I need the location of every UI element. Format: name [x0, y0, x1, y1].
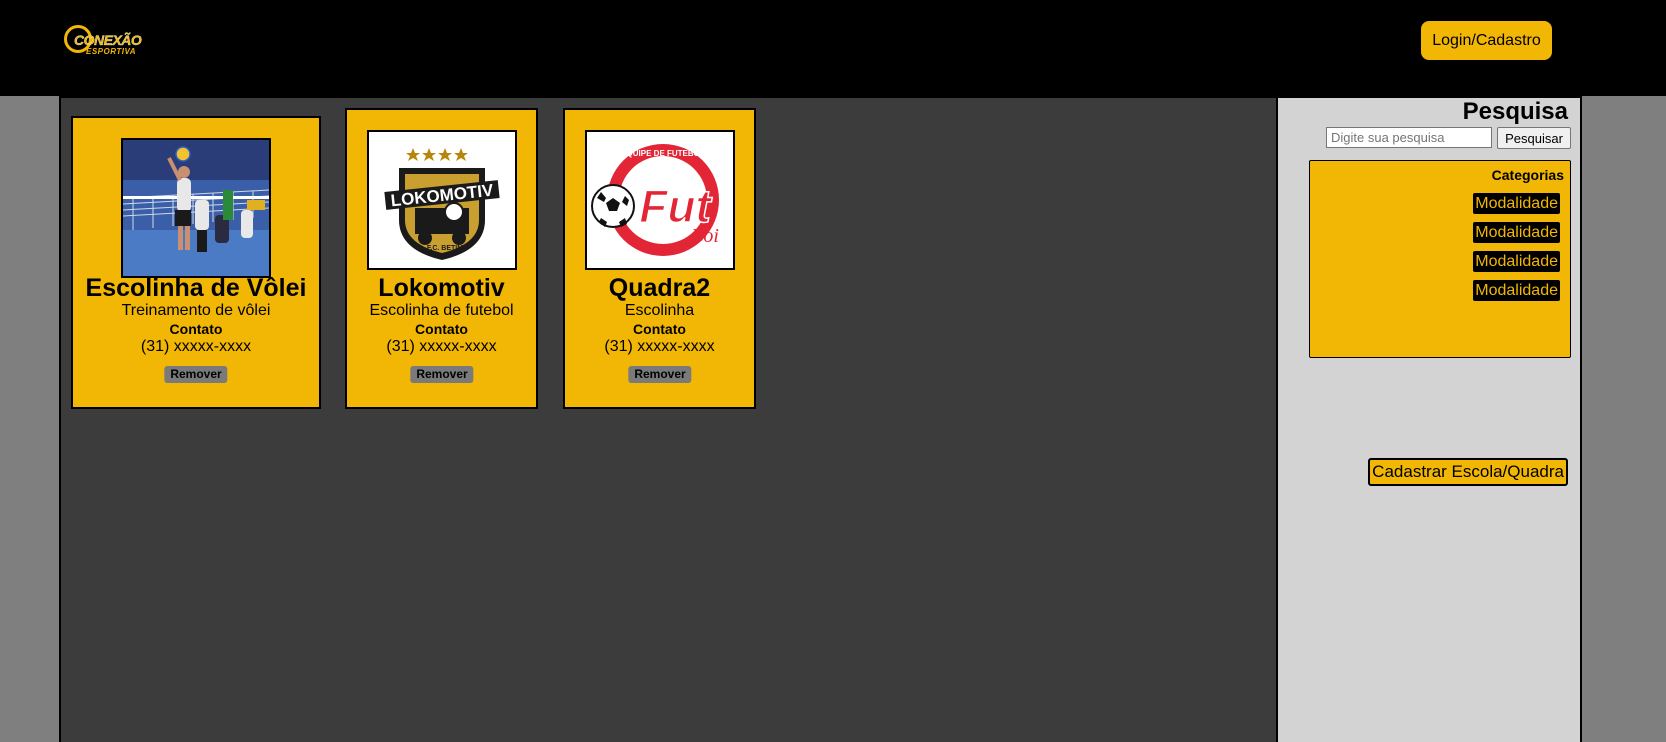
search-input[interactable] — [1326, 127, 1492, 148]
card-title: Escolinha de Vôlei — [85, 274, 307, 302]
header: CONEXÃO ESPORTIVA Login/Cadastro — [0, 0, 1666, 96]
logo-line2: ESPORTIVA — [86, 47, 136, 56]
futboi-ring-text: EQUIPE DE FUTEBOL — [621, 149, 705, 158]
volleyball-photo-image — [123, 140, 269, 276]
remove-button[interactable]: Remover — [164, 366, 228, 383]
lokomotiv-crest-icon: LOKOMOTIV F.C. BETIM — [369, 132, 515, 268]
card-title: Quadra2 — [608, 274, 711, 302]
category-item[interactable]: Modalidade — [1473, 222, 1560, 243]
volleyball-photo — [121, 138, 271, 278]
card-contact-label: Contato — [169, 321, 223, 337]
lokomotiv-logo-subtext: F.C. BETIM — [427, 245, 463, 252]
futboi-logo-subtext: Boi — [691, 225, 719, 247]
lokomotiv-logo: LOKOMOTIV F.C. BETIM — [367, 130, 517, 270]
categories-box: Categorias Modalidade Modalidade Modalid… — [1309, 160, 1571, 358]
card-lokomotiv: LOKOMOTIV F.C. BETIM Lokomotiv Escolinha… — [345, 108, 538, 409]
futboi-logo: EQUIPE DE FUTEBOL Fut Boi — [585, 130, 735, 270]
card-phone: (31) xxxxx-xxxx — [604, 338, 715, 355]
search-button[interactable]: Pesquisar — [1497, 127, 1571, 149]
remove-button[interactable]: Remover — [628, 366, 692, 383]
remove-button[interactable]: Remover — [410, 366, 474, 383]
categories-title: Categorias — [1491, 167, 1564, 183]
category-item[interactable]: Modalidade — [1473, 280, 1560, 301]
card-description: Treinamento de vôlei — [121, 302, 271, 319]
card-escolinha-volei: Escolinha de Vôlei Treinamento de vôlei … — [71, 116, 321, 409]
card-description: Escolinha — [624, 302, 695, 319]
category-item[interactable]: Modalidade — [1473, 193, 1560, 214]
card-title: Lokomotiv — [378, 274, 505, 302]
logo-line1: CONEXÃO — [74, 32, 142, 48]
card-contact-label: Contato — [415, 321, 468, 337]
card-contact-label: Contato — [633, 321, 686, 337]
search-title: Pesquisa — [1462, 98, 1568, 125]
login-register-button[interactable]: Login/Cadastro — [1421, 21, 1552, 60]
main-content: Escolinha de Vôlei Treinamento de vôlei … — [59, 96, 1276, 742]
conexao-esportiva-logo[interactable]: CONEXÃO ESPORTIVA — [64, 24, 154, 60]
card-phone: (31) xxxxx-xxxx — [140, 338, 252, 355]
register-school-court-button[interactable]: Cadastrar Escola/Quadra — [1368, 458, 1568, 486]
sidebar: Pesquisa Pesquisar Categorias Modalidade… — [1276, 96, 1582, 742]
card-quadra2: EQUIPE DE FUTEBOL Fut Boi Quadra2 Escoli… — [563, 108, 756, 409]
card-description: Escolinha de futebol — [369, 302, 514, 319]
card-phone: (31) xxxxx-xxxx — [386, 338, 497, 355]
category-item[interactable]: Modalidade — [1473, 251, 1560, 272]
futboi-crest-icon: EQUIPE DE FUTEBOL Fut Boi — [587, 132, 733, 268]
